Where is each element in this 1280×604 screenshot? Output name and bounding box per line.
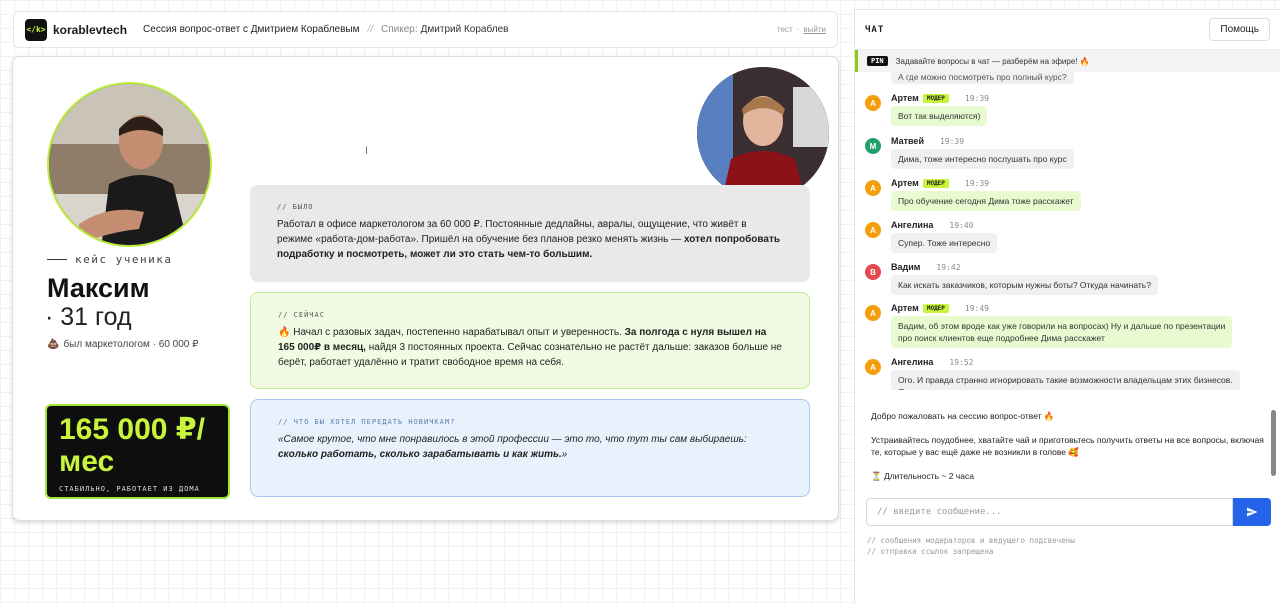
card-before-label: // было: [277, 203, 314, 211]
current-user: тест: [777, 25, 793, 34]
partial-message: А где можно посмотреть про полный курс?: [891, 70, 1074, 84]
welcome-line-1: Добро пожаловать на сессию вопрос-ответ …: [871, 411, 1055, 421]
salary-card: 165 000 ₽/мес СТАБИЛЬНО, РАБОТАЕТ ИЗ ДОМ…: [45, 404, 230, 499]
chat-input-area: [866, 498, 1271, 526]
message-text: Вадим, об этом вроде как уже говорили на…: [891, 316, 1233, 348]
chat-notes: // сообщения модераторов и ведущего подс…: [867, 535, 1075, 557]
message-time: 19:42: [936, 262, 961, 272]
user-avatar: В: [865, 264, 881, 280]
welcome-line-3: ⏳ Длительность ~ 2 часа: [871, 471, 974, 481]
chat-header: ЧАТ Помощь: [855, 10, 1280, 50]
message-header: Вадим 19:42: [891, 262, 961, 272]
welcome-message: Добро пожаловать на сессию вопрос-ответ …: [871, 410, 1267, 494]
speaker-label: Спикер:: [381, 24, 418, 35]
moderator-badge: МОДЕР: [922, 303, 949, 313]
student-name: Максим: [47, 273, 150, 303]
card-now-text: 🔥 Начал с разовых задач, постепенно нара…: [278, 327, 782, 368]
welcome-line-2: Устраивайтесь поудобнее, хватайте чай и …: [871, 435, 1264, 457]
message-header: Ангелина 19:40: [891, 220, 973, 230]
brand-logo-icon: </k>: [25, 18, 47, 41]
chat-note-2: // отправка ссылок запрещена: [867, 547, 994, 556]
message-author: Ангелина: [891, 220, 934, 230]
message-header: Матвей 19:39: [891, 136, 964, 146]
presentation-slide: I кейс ученика Максим · 31 год 💩 был марк…: [12, 56, 839, 521]
previous-job-text: был маркетологом · 60 000 ₽: [63, 339, 199, 350]
text-cursor-icon: I: [365, 145, 369, 157]
pinned-message: PIN Задавайте вопросы в чат — разберём н…: [855, 50, 1280, 72]
card-advice: // что бы хотел передать новичкам? «Само…: [250, 399, 810, 497]
message-header: Артем МОДЕР 19:49: [891, 303, 989, 313]
message-author: Артем: [891, 178, 919, 188]
previous-job-emoji: 💩: [47, 339, 60, 350]
student-age: · 31 год: [45, 303, 132, 331]
card-now: // сейчас 🔥 Начал с разовых задач, посте…: [250, 292, 810, 389]
message-text: Как искать заказчиков, которым нужны бот…: [891, 275, 1158, 295]
message-author: Вадим: [891, 262, 921, 272]
case-label: кейс ученика: [47, 253, 172, 266]
message-text: Вот так выделяются): [891, 106, 988, 126]
message-time: 19:39: [939, 136, 965, 146]
card-before-text: Работал в офисе маркетологом за 60 000 ₽…: [277, 219, 781, 260]
user-avatar: А: [865, 95, 881, 111]
user-dot: ·: [796, 25, 800, 34]
card-advice-text: «Самое крутое, что мне понравилось в это…: [278, 434, 747, 460]
card-advice-label: // что бы хотел передать новичкам?: [278, 418, 456, 426]
message-time: 19:49: [964, 303, 989, 313]
message-text: Супер. Тоже интересно: [891, 233, 998, 253]
message-time: 19:52: [949, 357, 974, 367]
student-photo: [47, 82, 212, 247]
user-avatar: А: [865, 222, 881, 238]
message-time: 19:39: [964, 93, 989, 103]
card-before: // было Работал в офисе маркетологом за …: [250, 185, 810, 282]
user-avatar: А: [865, 359, 881, 375]
send-icon: [1247, 507, 1258, 517]
help-button[interactable]: Помощь: [1209, 18, 1270, 41]
student-previous-job: 💩 был маркетологом · 60 000 ₽: [47, 339, 199, 350]
header-separator: //: [367, 24, 374, 35]
message-header: Артем МОДЕР 19:39: [891, 178, 989, 188]
message-author: Артем: [891, 93, 919, 103]
message-text: Дима, тоже интересно послушать про курс: [891, 149, 1074, 169]
pin-badge: PIN: [867, 56, 888, 66]
message-text: Ого. И правда странно игнорировать такие…: [891, 370, 1240, 390]
chat-message-input[interactable]: [866, 498, 1233, 526]
salary-value: 165 000 ₽/мес: [59, 413, 205, 478]
speaker-name: Дмитрий Кораблев: [420, 24, 509, 35]
moderator-badge: МОДЕР: [922, 178, 949, 188]
message-author: Ангелина: [891, 357, 934, 367]
message-time: 19:39: [964, 178, 989, 188]
user-avatar: А: [865, 305, 881, 321]
chat-panel: ЧАТ Помощь А где можно посмотреть про по…: [854, 9, 1280, 604]
top-header: </k> korablevtech Сессия вопрос-ответ с …: [13, 11, 838, 48]
message-list[interactable]: А где можно посмотреть про полный курс? …: [855, 60, 1269, 390]
pinned-text: Задавайте вопросы в чат — разберём на эф…: [895, 56, 1090, 66]
case-label-text: кейс ученика: [75, 253, 173, 266]
speaker-video: [697, 67, 829, 199]
chat-title: ЧАТ: [865, 24, 885, 35]
salary-subtitle: СТАБИЛЬНО, РАБОТАЕТ ИЗ ДОМА: [59, 485, 200, 493]
message-author: Артем: [891, 303, 919, 313]
message-header: Артем МОДЕР 19:39: [891, 93, 989, 103]
user-area: тест · выйти: [777, 25, 826, 34]
user-avatar: М: [865, 138, 881, 154]
message-header: Ангелина 19:52: [891, 357, 973, 367]
brand-name: korablevtech: [53, 22, 128, 37]
case-label-line: [47, 259, 67, 260]
card-now-label: // сейчас: [278, 311, 325, 319]
message-author: Матвей: [891, 136, 924, 146]
logout-link[interactable]: выйти: [803, 25, 826, 34]
send-button[interactable]: [1233, 498, 1271, 526]
chat-scrollbar[interactable]: [1271, 410, 1276, 476]
chat-note-1: // сообщения модераторов и ведущего подс…: [867, 536, 1075, 545]
moderator-badge: МОДЕР: [922, 93, 949, 103]
user-avatar: А: [865, 180, 881, 196]
session-title: Сессия вопрос-ответ с Дмитрием Кораблевы…: [143, 24, 360, 35]
message-text: Про обучение сегодня Дима тоже расскажет: [891, 191, 1081, 211]
message-time: 19:40: [949, 220, 974, 230]
